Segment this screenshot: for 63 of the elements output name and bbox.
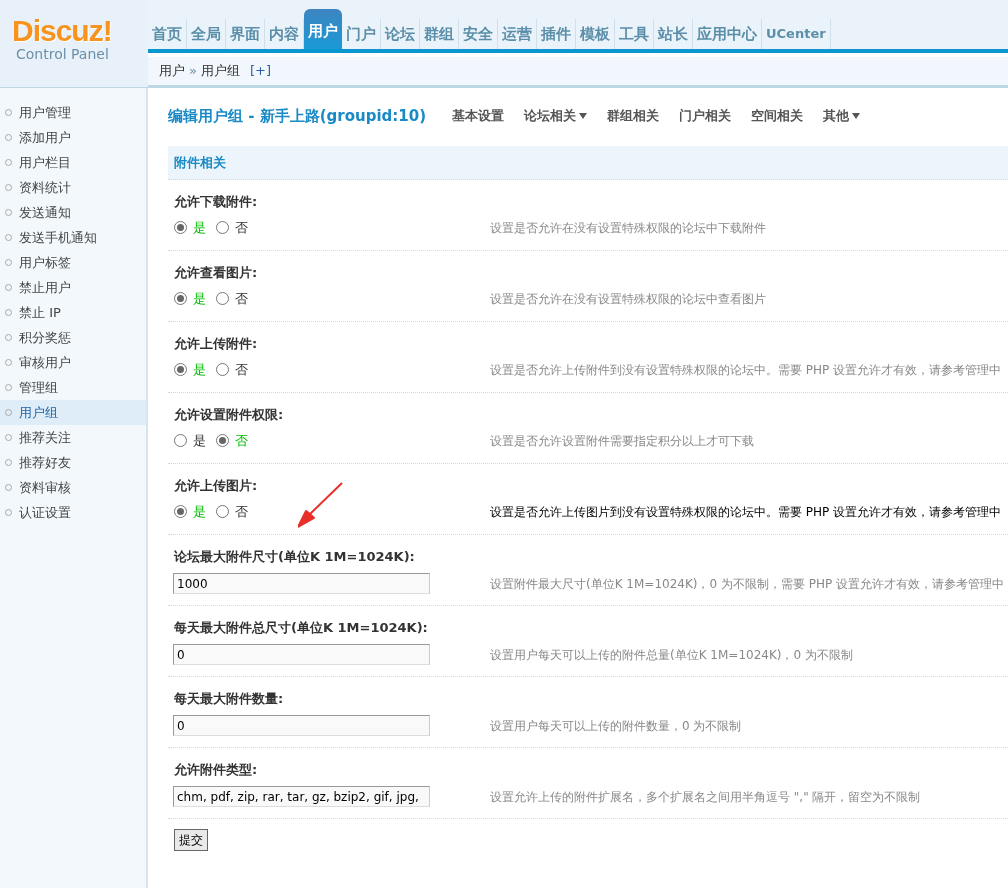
setting-label: 允许查看图片:: [174, 264, 259, 282]
sidebar-item[interactable]: 管理组: [0, 375, 146, 400]
setting-label: 允许上传附件:: [174, 335, 259, 353]
section-title: 附件相关: [174, 153, 226, 172]
setting-description: 设置附件最大尺寸(单位K 1M=1024K)，0 为不限制，需要 PHP 设置允许才有效，请参考管理中: [490, 575, 1005, 593]
page-tab[interactable]: 其他: [823, 106, 860, 126]
submit-button[interactable]: 提交: [174, 829, 208, 851]
setting-label: 允许附件类型:: [174, 761, 259, 779]
input-field[interactable]: 0: [173, 715, 430, 736]
radio-option[interactable]: 否: [216, 289, 248, 309]
page-tab[interactable]: 门户相关: [679, 106, 731, 126]
sidebar-item[interactable]: 添加用户: [0, 125, 146, 150]
setting-description: 设置是否允许上传附件到没有设置特殊权限的论坛中。需要 PHP 设置允许才有效，请参考管理中: [490, 361, 1002, 379]
page-tab[interactable]: 基本设置: [452, 106, 504, 126]
radio-option[interactable]: 否: [216, 502, 248, 522]
radio-option[interactable]: 是: [174, 431, 206, 451]
sidebar-item[interactable]: 资料审核: [0, 475, 146, 500]
logo-subtitle: Control Panel: [16, 46, 110, 62]
setting-label: 允许设置附件权限:: [174, 406, 285, 424]
setting-description: 设置是否允许在没有设置特殊权限的论坛中下载附件: [490, 219, 766, 237]
page-title: 编辑用户组 - 新手上路(groupid:10): [168, 105, 426, 127]
setting-label: 允许上传图片:: [174, 477, 259, 495]
radio-option[interactable]: 否: [216, 218, 248, 238]
setting-description: 设置是否允许设置附件需要指定积分以上才可下载: [490, 432, 754, 450]
sidebar-item[interactable]: 用户组: [0, 400, 146, 425]
breadcrumb-item[interactable]: 用户组: [200, 61, 240, 81]
sidebar-item[interactable]: 发送通知: [0, 200, 146, 225]
annotation-arrow: [298, 482, 344, 528]
page-tab[interactable]: 群组相关: [607, 106, 659, 126]
setting-description: 设置是否允许在没有设置特殊权限的论坛中查看图片: [490, 290, 766, 308]
setting-description: 设置允许上传的附件扩展名，多个扩展名之间用半角逗号 "," 隔开，留空为不限制: [490, 788, 921, 806]
add-shortcut-link[interactable]: [+]: [249, 61, 271, 81]
sidebar-item[interactable]: 推荐关注: [0, 425, 146, 450]
page-tab[interactable]: 空间相关: [751, 106, 803, 126]
breadcrumb-separator: »: [189, 62, 197, 81]
setting-description: 设置用户每天可以上传的附件总量(单位K 1M=1024K)，0 为不限制: [490, 646, 853, 664]
caret-icon: [852, 113, 860, 119]
setting-label: 允许下载附件:: [174, 193, 259, 211]
caret-icon: [579, 113, 587, 119]
sidebar-item[interactable]: 用户管理: [0, 100, 146, 125]
page-tab[interactable]: 论坛相关: [524, 106, 587, 126]
sidebar-item[interactable]: 禁止用户: [0, 275, 146, 300]
setting-label: 每天最大附件数量:: [174, 690, 285, 708]
setting-description: 设置是否允许上传图片到没有设置特殊权限的论坛中。需要 PHP 设置允许才有效，请参考管理中: [490, 503, 1002, 521]
input-field[interactable]: 1000: [173, 573, 430, 594]
setting-description: 设置用户每天可以上传的附件数量，0 为不限制: [490, 717, 742, 735]
setting-label: 论坛最大附件尺寸(单位K 1M=1024K):: [174, 548, 416, 566]
radio-option[interactable]: 否: [216, 360, 248, 380]
input-field[interactable]: chm, pdf, zip, rar, tar, gz, bzip2, gif, jpg,: [173, 786, 430, 807]
sidebar-item[interactable]: 用户标签: [0, 250, 146, 275]
logo-title: Discuz!: [12, 16, 113, 46]
breadcrumb-item[interactable]: 用户: [159, 61, 185, 81]
sidebar-item[interactable]: 审核用户: [0, 350, 146, 375]
setting-label: 每天最大附件总尺寸(单位K 1M=1024K):: [174, 619, 429, 637]
nav-tab[interactable]: 用户: [304, 9, 342, 50]
sidebar-item[interactable]: 禁止 IP: [0, 300, 146, 325]
sidebar-item[interactable]: 推荐好友: [0, 450, 146, 475]
sidebar-item[interactable]: 资料统计: [0, 175, 146, 200]
sidebar-item[interactable]: 用户栏目: [0, 150, 146, 175]
sidebar-item[interactable]: 发送手机通知: [0, 225, 146, 250]
sidebar-item[interactable]: 认证设置: [0, 500, 146, 525]
sidebar-item[interactable]: 积分奖惩: [0, 325, 146, 350]
input-field[interactable]: 0: [173, 644, 430, 665]
